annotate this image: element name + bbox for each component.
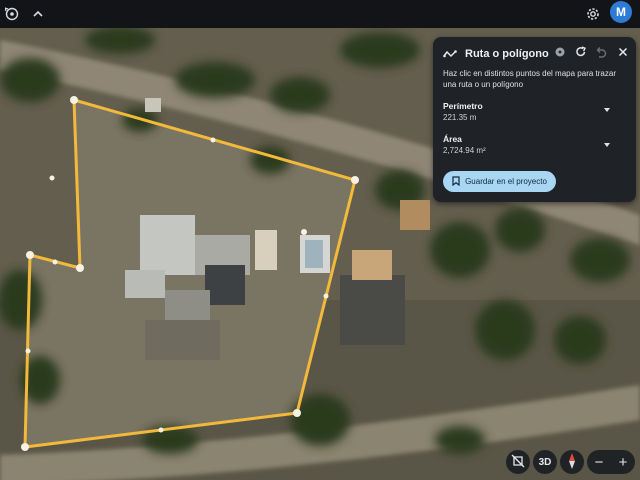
- area-unit-dropdown[interactable]: [604, 143, 610, 147]
- 3d-toggle-button[interactable]: 3D: [533, 450, 557, 474]
- bookmark-icon: [452, 175, 460, 188]
- panel-title: Ruta o polígono: [465, 48, 549, 60]
- route-icon: [443, 47, 457, 61]
- route-polygon-panel: Ruta o polígono Haz clic en distintos pu…: [433, 37, 636, 202]
- zoom-in-button[interactable]: +: [619, 454, 628, 471]
- save-button-label: Guardar en el proyecto: [465, 177, 547, 186]
- area-label: Área: [443, 134, 462, 144]
- location-history-icon[interactable]: [4, 6, 20, 22]
- area-value: 2,724.94 m²: [443, 146, 486, 155]
- undo-icon[interactable]: [595, 45, 609, 59]
- gear-icon[interactable]: [585, 6, 601, 22]
- save-to-project-button[interactable]: Guardar en el proyecto: [443, 171, 556, 192]
- panel-instructions: Haz clic en distintos puntos del mapa pa…: [443, 69, 616, 89]
- redo-icon[interactable]: [574, 45, 588, 59]
- 3d-label: 3D: [538, 456, 552, 468]
- top-toolbar: M: [0, 0, 640, 28]
- close-icon[interactable]: [616, 45, 630, 59]
- tilt-view-icon: [511, 454, 525, 471]
- perimeter-label: Perímetro: [443, 101, 483, 111]
- perimeter-value: 221.35 m: [443, 113, 477, 122]
- zoom-out-button[interactable]: −: [595, 454, 604, 471]
- avatar[interactable]: M: [610, 1, 632, 23]
- zoom-controls: − +: [587, 450, 635, 474]
- tilt-view-button[interactable]: [506, 450, 530, 474]
- perimeter-unit-dropdown[interactable]: [604, 108, 610, 112]
- panel-header: Ruta o polígono: [443, 45, 630, 63]
- compass-icon: [567, 452, 577, 472]
- compass-button[interactable]: [560, 450, 584, 474]
- help-icon[interactable]: [553, 45, 567, 59]
- chevron-up-icon[interactable]: [30, 6, 46, 22]
